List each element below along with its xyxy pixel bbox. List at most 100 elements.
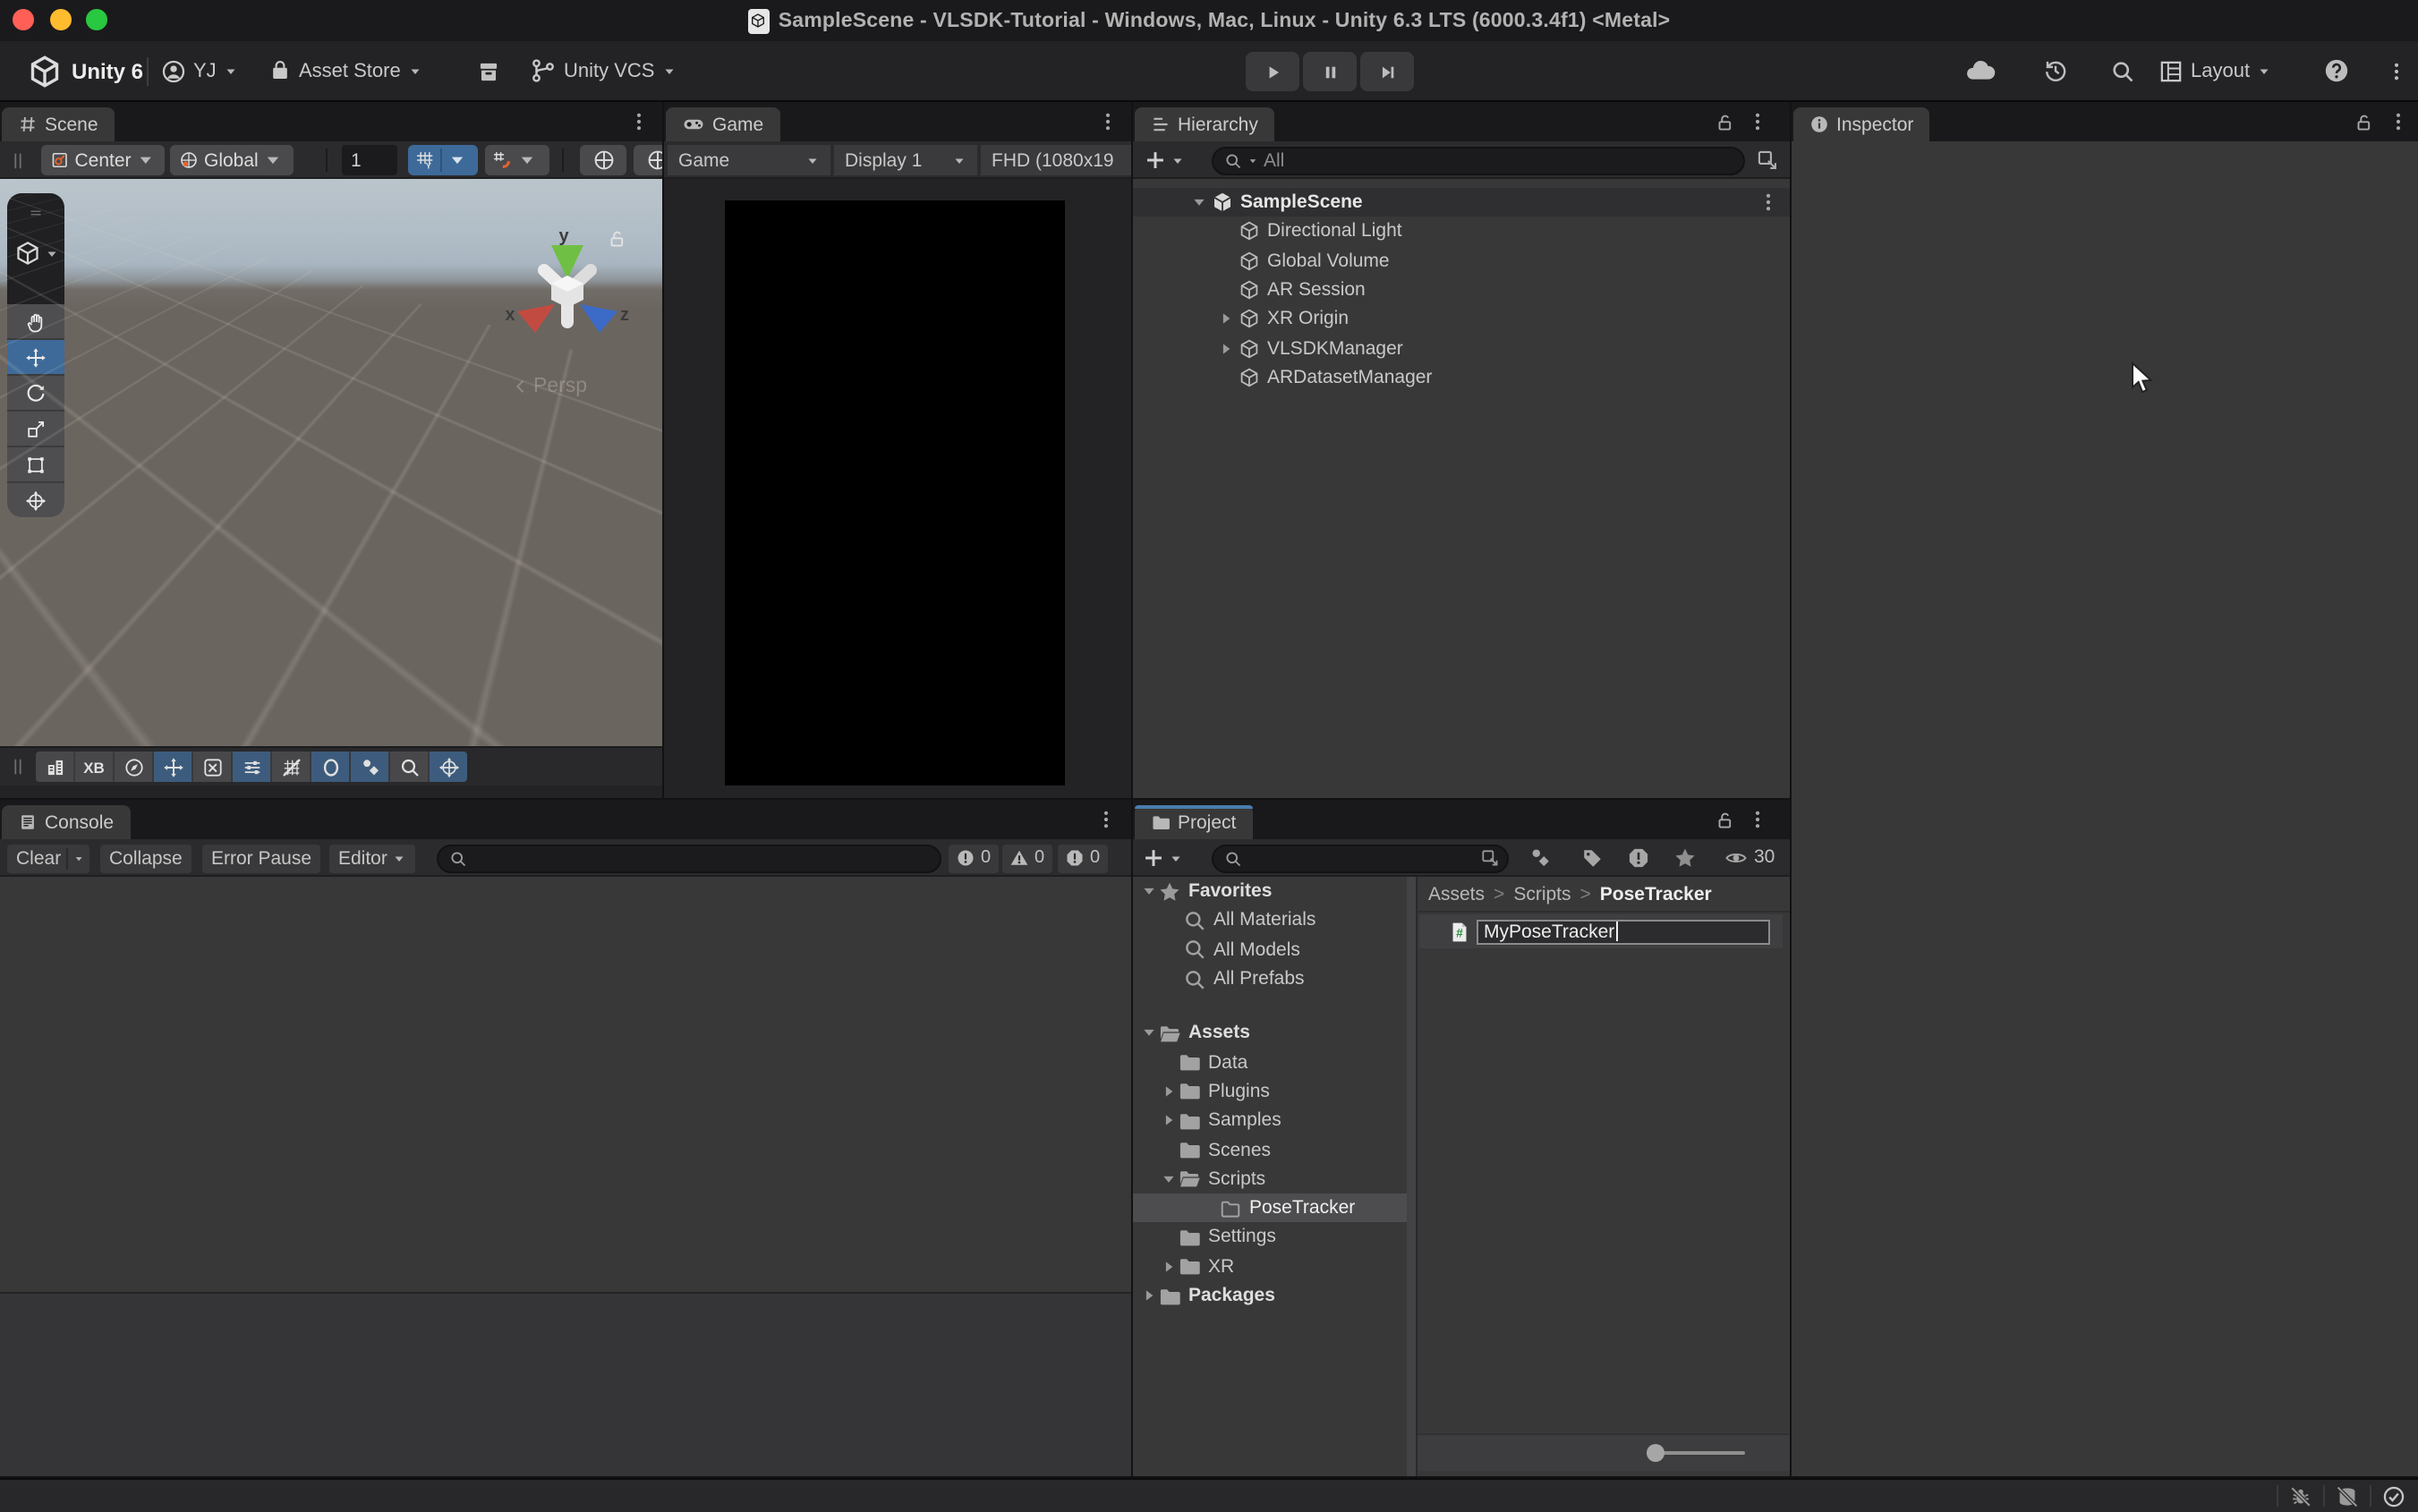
game-kebab-menu-icon[interactable] (1097, 111, 1119, 132)
expand-arrow-icon[interactable] (1140, 1287, 1158, 1304)
rename-input[interactable]: MyPoseTracker (1477, 919, 1770, 944)
step-button[interactable] (1360, 52, 1414, 91)
lock-open-icon[interactable] (1713, 111, 1734, 132)
breadcrumb-item[interactable]: PoseTracker (1600, 883, 1712, 905)
cloud-icon[interactable] (1963, 41, 1996, 100)
expand-arrow-icon[interactable] (1217, 310, 1235, 328)
folder-item[interactable]: Scenes (1133, 1135, 1416, 1165)
overlay-drag-handle-icon[interactable] (7, 755, 29, 778)
error-pause-button[interactable]: Error Pause (202, 844, 320, 872)
expand-arrow-icon[interactable] (1160, 1170, 1178, 1188)
favorite-item[interactable]: All Prefabs (1133, 964, 1416, 994)
expand-arrow-icon[interactable] (1160, 1053, 1178, 1071)
expand-arrow-icon[interactable] (1217, 339, 1235, 357)
folder-item[interactable]: XR (1133, 1252, 1416, 1281)
folder-item[interactable]: Scripts (1133, 1164, 1416, 1193)
hierarchy-item[interactable]: AR Session (1133, 276, 1790, 305)
zoom-slider-track[interactable] (1656, 1451, 1745, 1455)
transform-tool[interactable] (7, 483, 64, 517)
transform-overlay-button[interactable] (430, 752, 467, 782)
info-count-toggle[interactable]: 0 (949, 844, 998, 872)
hierarchy-scene-row[interactable]: SampleScene (1133, 188, 1790, 217)
expand-arrow-icon[interactable] (1201, 1199, 1219, 1217)
folder-item[interactable]: Data (1133, 1048, 1416, 1077)
rect-tool[interactable] (7, 447, 64, 483)
favorite-item[interactable]: All Models (1133, 935, 1416, 964)
project-kebab-menu-icon[interactable] (1747, 809, 1768, 830)
asset-store-menu[interactable]: Asset Store (268, 41, 422, 100)
add-asset-button[interactable] (1142, 846, 1165, 870)
scene-kebab-menu-icon[interactable] (628, 111, 650, 132)
folder-item[interactable]: PoseTracker (1133, 1193, 1416, 1223)
package-manager-icon[interactable] (474, 41, 501, 100)
gizmo-lock-open-icon[interactable] (607, 229, 626, 249)
search-icon[interactable] (2108, 41, 2135, 100)
unity-vcs-menu[interactable]: Unity VCS (530, 41, 677, 100)
view-options-button[interactable] (233, 752, 272, 782)
lock-open-icon[interactable] (2352, 111, 2373, 132)
collapse-button[interactable]: Collapse (100, 844, 192, 872)
tab-scene[interactable]: Scene (2, 107, 115, 141)
editor-dropdown[interactable]: Editor (329, 844, 416, 872)
grid-snap-button[interactable]: Y (408, 145, 478, 175)
visibility-eye-icon[interactable] (1724, 846, 1749, 870)
search-overlay-button[interactable] (390, 752, 430, 782)
filter-by-label-icon[interactable] (1580, 846, 1604, 870)
hierarchy-item[interactable]: XR Origin (1133, 304, 1790, 334)
hierarchy-search-input[interactable]: All (1212, 146, 1745, 174)
clear-button[interactable]: Clear (7, 844, 89, 872)
tree-scrollbar[interactable] (1407, 877, 1416, 1476)
scale-tool[interactable] (7, 412, 64, 447)
folder-item[interactable]: Plugins (1133, 1077, 1416, 1107)
hierarchy-item[interactable]: Global Volume (1133, 246, 1790, 276)
scene-globe-button[interactable] (580, 145, 626, 175)
pause-button[interactable] (1303, 52, 1357, 91)
draw-mode-button[interactable] (36, 752, 75, 782)
project-search-input[interactable] (1212, 844, 1509, 872)
play-button[interactable] (1246, 52, 1299, 91)
help-icon[interactable] (2321, 41, 2350, 100)
collapse-arrow-icon[interactable] (1190, 193, 1208, 211)
debugger-disabled-icon[interactable] (2289, 1485, 2312, 1508)
kebab-menu-icon[interactable] (2386, 41, 2407, 100)
camera-overlay-button[interactable] (115, 752, 154, 782)
pick-object-icon[interactable] (1756, 149, 1779, 172)
resolution-dropdown[interactable]: FHD (1080x19 (981, 145, 1131, 175)
pivot-mode-dropdown[interactable]: Center (41, 145, 165, 175)
lock-open-icon[interactable] (1713, 809, 1734, 830)
rotate-tool[interactable] (7, 376, 64, 412)
hierarchy-item[interactable]: VLSDKManager (1133, 334, 1790, 363)
scene-kebab-menu-icon[interactable] (1758, 191, 1779, 213)
tab-hierarchy[interactable]: Hierarchy (1135, 107, 1274, 141)
expand-arrow-icon[interactable] (1160, 1257, 1178, 1275)
expand-arrow-icon[interactable] (1217, 281, 1235, 299)
breadcrumb-item[interactable]: Scripts (1513, 883, 1571, 905)
collapse-arrow-icon[interactable] (1140, 1024, 1158, 1042)
expand-arrow-icon[interactable] (1217, 223, 1235, 241)
cache-disabled-icon[interactable] (2336, 1485, 2359, 1508)
add-gameobject-button[interactable] (1144, 149, 1167, 172)
move-overlay-button[interactable] (154, 752, 193, 782)
projection-mode-label[interactable]: Persp (512, 376, 587, 397)
favorite-item[interactable]: All Materials (1133, 906, 1416, 936)
filter-by-type-icon[interactable] (1528, 846, 1552, 870)
asset-rename-row[interactable]: # MyPoseTracker (1419, 914, 1783, 948)
console-log-list[interactable] (0, 877, 1131, 1292)
expand-arrow-icon[interactable] (1160, 1228, 1178, 1246)
display-dropdown[interactable]: Display 1 (834, 145, 977, 175)
folder-item[interactable]: Samples (1133, 1106, 1416, 1135)
favorites-root-row[interactable]: Favorites (1133, 877, 1416, 906)
undo-history-icon[interactable] (2040, 41, 2069, 100)
scene-viewport[interactable]: y x z Persp (0, 179, 662, 746)
error-count-toggle[interactable]: 0 (1058, 844, 1107, 872)
snap-increment-button[interactable] (485, 145, 549, 175)
account-menu[interactable]: YJ (161, 41, 238, 100)
scene-clipped-button[interactable] (634, 145, 662, 175)
collapse-arrow-icon[interactable] (1140, 882, 1158, 900)
expand-arrow-icon[interactable] (1217, 251, 1235, 269)
grid-visibility-button[interactable] (272, 752, 311, 782)
overlay-drag-handle-icon[interactable] (21, 206, 50, 220)
gizmo-shapes-button[interactable] (351, 752, 390, 782)
breadcrumb-item[interactable]: Assets (1428, 883, 1485, 905)
hierarchy-item[interactable]: ARDatasetManager (1133, 363, 1790, 393)
